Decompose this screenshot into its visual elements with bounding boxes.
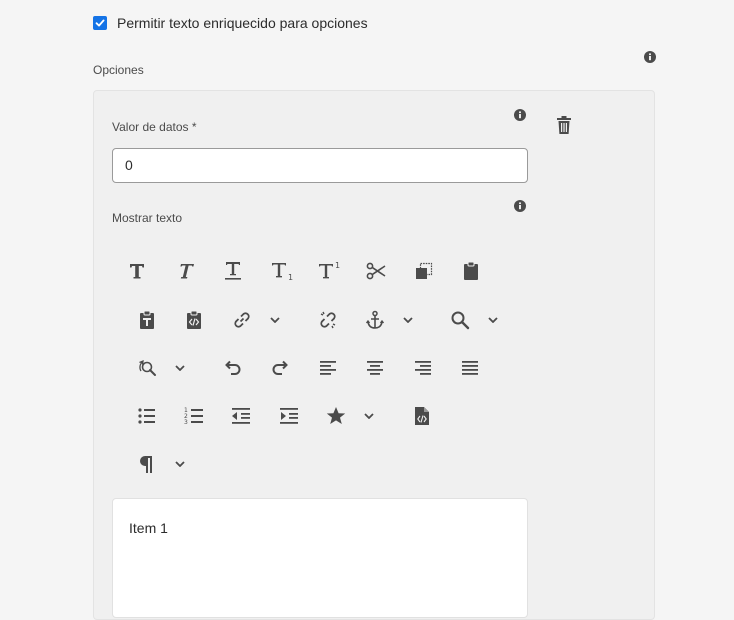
indent-icon — [280, 408, 298, 424]
superscript-button[interactable]: 1 — [316, 258, 342, 284]
bold-button[interactable] — [124, 258, 150, 284]
chevron-down-icon — [175, 365, 185, 371]
info-icon[interactable] — [644, 51, 656, 63]
paragraph-icon — [140, 456, 152, 473]
align-center-icon — [367, 361, 383, 375]
align-left-icon — [320, 361, 336, 375]
undo-icon — [225, 360, 241, 375]
paste-from-html-button[interactable] — [181, 307, 207, 333]
align-right-icon — [415, 361, 431, 375]
undo-button[interactable] — [220, 355, 246, 381]
chevron-down-icon — [488, 317, 498, 323]
anchor-button[interactable] — [362, 307, 388, 333]
align-center-button[interactable] — [362, 355, 388, 381]
italic-icon — [180, 264, 194, 279]
find-icon — [451, 311, 470, 330]
info-icon[interactable] — [514, 109, 526, 121]
cut-button[interactable] — [363, 258, 389, 284]
display-text-label: Mostrar texto — [112, 211, 183, 225]
align-left-button[interactable] — [315, 355, 341, 381]
source-edit-button[interactable] — [409, 403, 435, 429]
info-icon[interactable] — [514, 200, 526, 212]
outdent-icon — [232, 408, 250, 424]
chevron-down-icon — [364, 413, 374, 419]
outdent-button[interactable] — [228, 403, 254, 429]
options-section-label: Opciones — [93, 63, 144, 77]
link-dropdown[interactable] — [267, 312, 283, 328]
rich-text-checkbox[interactable] — [93, 16, 107, 30]
numbered-list-icon: 123 — [184, 407, 203, 426]
find-dropdown[interactable] — [485, 312, 501, 328]
cut-icon — [366, 262, 386, 280]
paste-button[interactable] — [458, 258, 484, 284]
special-character-icon — [326, 407, 346, 424]
subscript-icon: 1 — [272, 263, 293, 281]
link-icon — [234, 312, 250, 328]
paste-as-text-icon — [140, 310, 154, 329]
subscript-button[interactable]: 1 — [269, 258, 295, 284]
align-right-button[interactable] — [410, 355, 436, 381]
italic-button[interactable] — [172, 258, 198, 284]
chevron-down-icon — [403, 317, 413, 323]
find-replace-button[interactable] — [134, 355, 160, 381]
indent-button[interactable] — [276, 403, 302, 429]
paragraph-button[interactable] — [133, 451, 159, 477]
redo-button[interactable] — [267, 355, 293, 381]
chevron-down-icon — [270, 317, 280, 323]
underline-button[interactable] — [220, 258, 246, 284]
chevron-down-icon — [175, 461, 185, 467]
align-justify-button[interactable] — [457, 355, 483, 381]
redo-icon — [272, 360, 288, 375]
bold-icon — [130, 264, 144, 279]
bullet-list-button[interactable] — [134, 403, 160, 429]
find-replace-icon — [139, 359, 156, 376]
svg-text:3: 3 — [184, 419, 188, 426]
trash-icon[interactable] — [556, 116, 572, 135]
paste-as-text-button[interactable] — [134, 307, 160, 333]
link-button[interactable] — [229, 307, 255, 333]
svg-text:1: 1 — [288, 273, 293, 281]
data-value-input[interactable]: 0 — [112, 148, 528, 183]
copy-icon — [416, 262, 433, 279]
special-character-button[interactable] — [323, 403, 349, 429]
anchor-icon — [365, 310, 385, 329]
svg-text:1: 1 — [335, 261, 340, 270]
find-replace-dropdown[interactable] — [172, 360, 188, 376]
unlink-button[interactable] — [315, 307, 341, 333]
bullet-list-icon — [138, 408, 155, 424]
paste-icon — [464, 261, 478, 280]
source-edit-icon — [415, 407, 429, 425]
unlink-icon — [320, 311, 336, 329]
special-character-dropdown[interactable] — [361, 408, 377, 424]
rich-text-checkbox-label: Permitir texto enriquecido para opciones — [117, 15, 368, 31]
find-button[interactable] — [447, 307, 473, 333]
rich-text-editor[interactable]: Item 1 — [112, 498, 528, 618]
numbered-list-button[interactable]: 123 — [181, 403, 207, 429]
rich-text-checkbox-row[interactable]: Permitir texto enriquecido para opciones — [93, 15, 368, 31]
checkmark-icon — [95, 19, 105, 27]
paste-from-html-icon — [187, 310, 201, 329]
data-value-label: Valor de datos * — [112, 120, 197, 134]
anchor-dropdown[interactable] — [400, 312, 416, 328]
superscript-icon: 1 — [319, 261, 340, 279]
paragraph-dropdown[interactable] — [172, 456, 188, 472]
copy-button[interactable] — [411, 258, 437, 284]
align-justify-icon — [462, 361, 478, 375]
underline-icon — [225, 262, 241, 280]
editor-content: Item 1 — [129, 520, 168, 536]
